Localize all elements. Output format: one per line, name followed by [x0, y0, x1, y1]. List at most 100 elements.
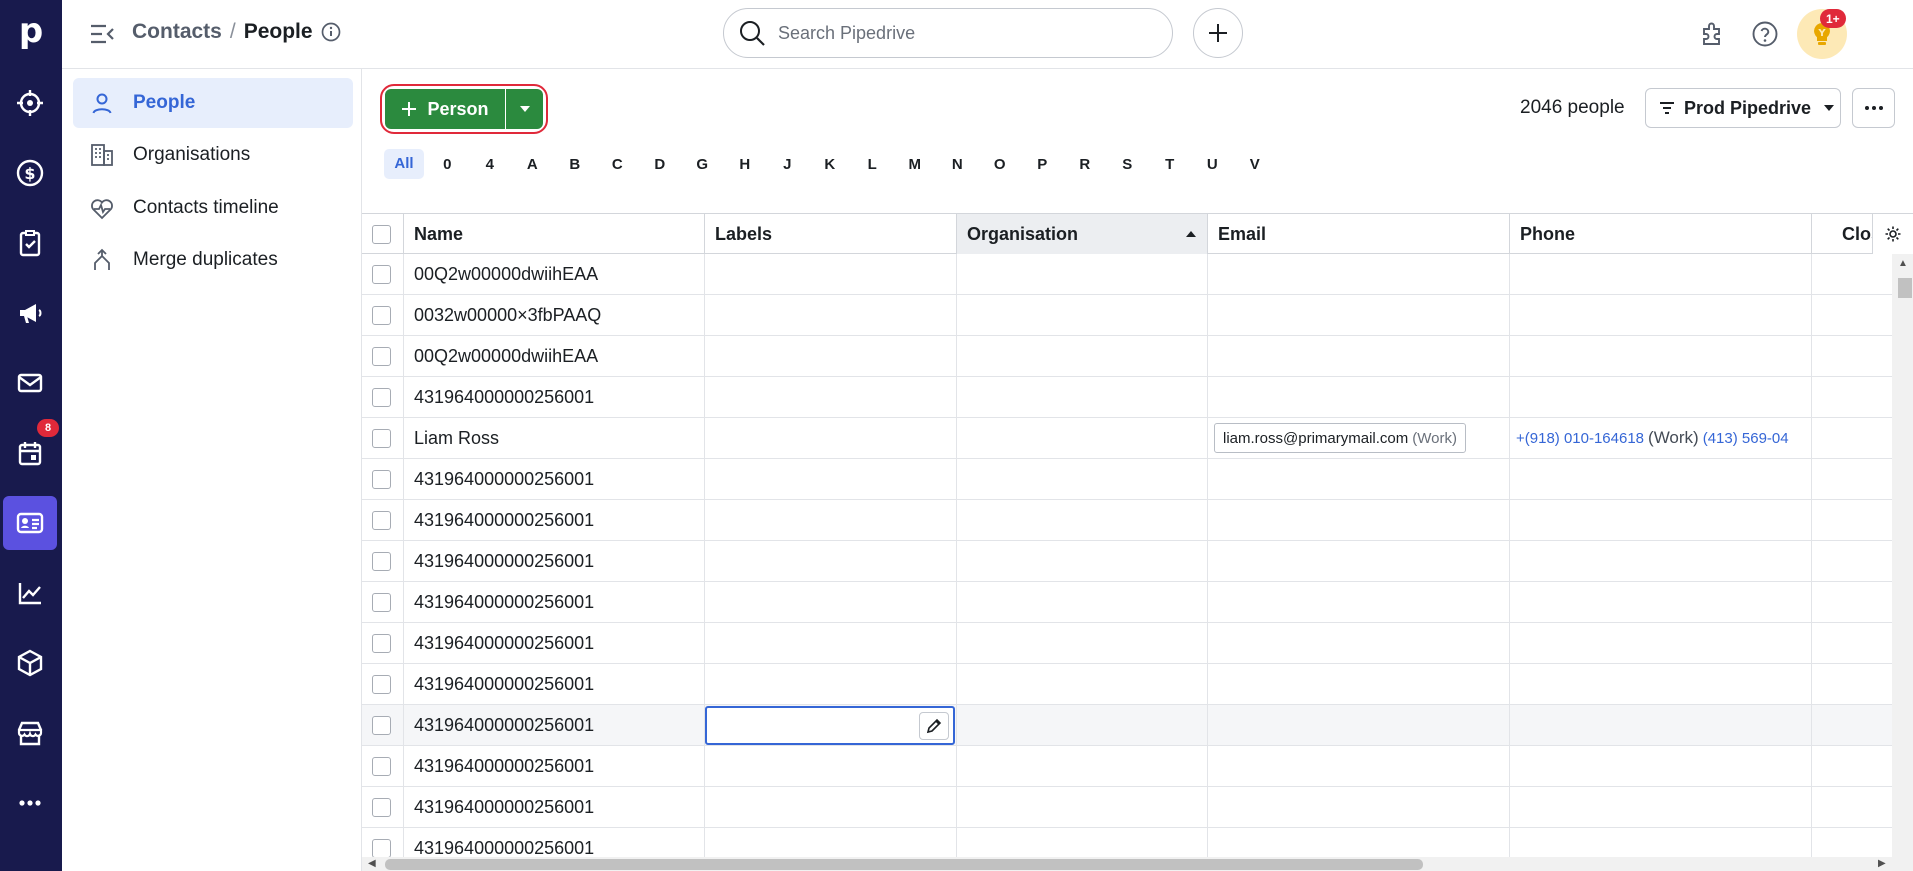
cell-phone[interactable] — [1510, 582, 1812, 622]
cell-name[interactable]: 431964000000256001 — [404, 377, 705, 417]
table-row[interactable]: 431964000000256001 — [362, 705, 1913, 746]
cell-labels[interactable] — [705, 787, 957, 827]
column-header-name[interactable]: Name — [404, 214, 705, 254]
cell-email[interactable] — [1208, 254, 1510, 294]
scroll-right-arrow-icon[interactable]: ▶ — [1878, 858, 1886, 869]
menu-collapse-icon[interactable] — [88, 20, 116, 48]
phone-link[interactable]: +(918) 010-164618 — [1516, 430, 1644, 447]
alphabet-filter-letter[interactable]: C — [596, 156, 639, 173]
rail-marketplace-icon[interactable] — [3, 706, 57, 760]
cell-labels[interactable] — [705, 418, 957, 458]
filter-dropdown[interactable]: Prod Pipedrive — [1645, 88, 1841, 128]
more-options-button[interactable] — [1852, 88, 1895, 128]
alphabet-filter-letter[interactable]: L — [851, 156, 894, 173]
search-input[interactable] — [778, 22, 1138, 44]
alphabet-filter-letter[interactable]: G — [681, 156, 724, 173]
email-chip[interactable]: liam.ross@primarymail.com (Work) — [1214, 423, 1466, 453]
cell-organisation[interactable] — [957, 295, 1208, 335]
cell-labels[interactable] — [705, 500, 957, 540]
table-row[interactable]: 431964000000256001 — [362, 377, 1913, 418]
row-checkbox[interactable] — [372, 633, 391, 653]
cell-phone[interactable] — [1510, 746, 1812, 786]
cell-phone[interactable] — [1510, 336, 1812, 376]
alphabet-filter-letter[interactable]: O — [979, 156, 1022, 173]
rail-insights-icon[interactable] — [3, 566, 57, 620]
extensions-icon[interactable] — [1692, 14, 1732, 54]
cell-phone[interactable] — [1510, 623, 1812, 663]
cell-email[interactable] — [1208, 623, 1510, 663]
cell-organisation[interactable] — [957, 705, 1208, 745]
cell-labels[interactable] — [705, 336, 957, 376]
sidebar-item-organisations[interactable]: Organisations — [73, 130, 353, 180]
row-checkbox[interactable] — [372, 551, 391, 571]
add-person-dropdown-button[interactable] — [506, 89, 543, 129]
cell-name[interactable]: 431964000000256001 — [404, 582, 705, 622]
add-person-button[interactable]: Person — [385, 89, 505, 129]
cell-phone[interactable] — [1510, 705, 1812, 745]
rail-more-icon[interactable] — [3, 776, 57, 830]
cell-phone[interactable]: +(918) 010-164618 (Work) (413) 569-04 — [1510, 418, 1812, 458]
cell-phone[interactable] — [1510, 828, 1812, 857]
row-checkbox[interactable] — [372, 510, 391, 530]
rail-contacts-icon[interactable] — [3, 496, 57, 550]
column-header-phone[interactable]: Phone — [1510, 214, 1812, 254]
cell-organisation[interactable] — [957, 500, 1208, 540]
breadcrumb-contacts[interactable]: Contacts — [132, 20, 222, 44]
row-checkbox[interactable] — [372, 264, 391, 284]
alphabet-filter-letter[interactable]: P — [1021, 156, 1064, 173]
row-checkbox[interactable] — [372, 674, 391, 694]
cell-phone[interactable] — [1510, 500, 1812, 540]
rail-deals-icon[interactable]: $ — [3, 146, 57, 200]
cell-name[interactable]: 431964000000256001 — [404, 705, 705, 745]
cell-name[interactable]: 431964000000256001 — [404, 541, 705, 581]
cell-email[interactable] — [1208, 828, 1510, 857]
alphabet-filter-all[interactable]: All — [384, 149, 424, 179]
table-row[interactable]: 431964000000256001 — [362, 459, 1913, 500]
cell-labels[interactable] — [705, 746, 957, 786]
select-all-checkbox[interactable] — [372, 224, 391, 244]
column-header-labels[interactable]: Labels — [705, 214, 957, 254]
cell-email[interactable] — [1208, 295, 1510, 335]
table-row[interactable]: 431964000000256001 — [362, 787, 1913, 828]
cell-name[interactable]: 431964000000256001 — [404, 828, 705, 857]
table-row[interactable]: 431964000000256001 — [362, 664, 1913, 705]
cell-organisation[interactable] — [957, 664, 1208, 704]
row-checkbox[interactable] — [372, 387, 391, 407]
cell-email[interactable] — [1208, 705, 1510, 745]
cell-email[interactable] — [1208, 582, 1510, 622]
cell-phone[interactable] — [1510, 541, 1812, 581]
cell-organisation[interactable] — [957, 254, 1208, 294]
cell-email[interactable]: liam.ross@primarymail.com (Work) — [1208, 418, 1510, 458]
table-row[interactable]: 0032w00000×3fbPAAQ — [362, 295, 1913, 336]
cell-labels[interactable] — [705, 664, 957, 704]
row-checkbox[interactable] — [372, 797, 391, 817]
help-icon[interactable] — [1745, 14, 1785, 54]
pencil-edit-icon[interactable] — [919, 712, 949, 740]
cell-name[interactable]: 00Q2w00000dwiihEAA — [404, 254, 705, 294]
cell-labels[interactable] — [705, 582, 957, 622]
alphabet-filter-letter[interactable]: R — [1064, 156, 1107, 173]
cell-name[interactable]: 431964000000256001 — [404, 500, 705, 540]
cell-phone[interactable] — [1510, 787, 1812, 827]
cell-phone[interactable] — [1510, 295, 1812, 335]
table-row[interactable]: 431964000000256001 — [362, 582, 1913, 623]
cell-email[interactable] — [1208, 377, 1510, 417]
info-icon[interactable] — [321, 22, 341, 42]
cell-email[interactable] — [1208, 664, 1510, 704]
alphabet-filter-letter[interactable]: A — [511, 156, 554, 173]
cell-organisation[interactable] — [957, 418, 1208, 458]
pipedrive-logo[interactable]: p — [12, 12, 50, 50]
global-search[interactable] — [723, 8, 1173, 58]
alphabet-filter-letter[interactable]: N — [936, 156, 979, 173]
vertical-scroll-thumb[interactable] — [1898, 278, 1912, 298]
row-checkbox[interactable] — [372, 469, 391, 489]
row-checkbox[interactable] — [372, 592, 391, 612]
table-row[interactable]: 00Q2w00000dwiihEAA — [362, 336, 1913, 377]
cell-name[interactable]: Liam Ross — [404, 418, 705, 458]
cell-organisation[interactable] — [957, 541, 1208, 581]
table-row[interactable]: 431964000000256001 — [362, 500, 1913, 541]
scroll-left-arrow-icon[interactable]: ◀ — [368, 858, 376, 869]
cell-name[interactable]: 431964000000256001 — [404, 746, 705, 786]
alphabet-filter-letter[interactable]: 4 — [469, 156, 512, 173]
table-row[interactable]: 431964000000256001 — [362, 828, 1913, 857]
